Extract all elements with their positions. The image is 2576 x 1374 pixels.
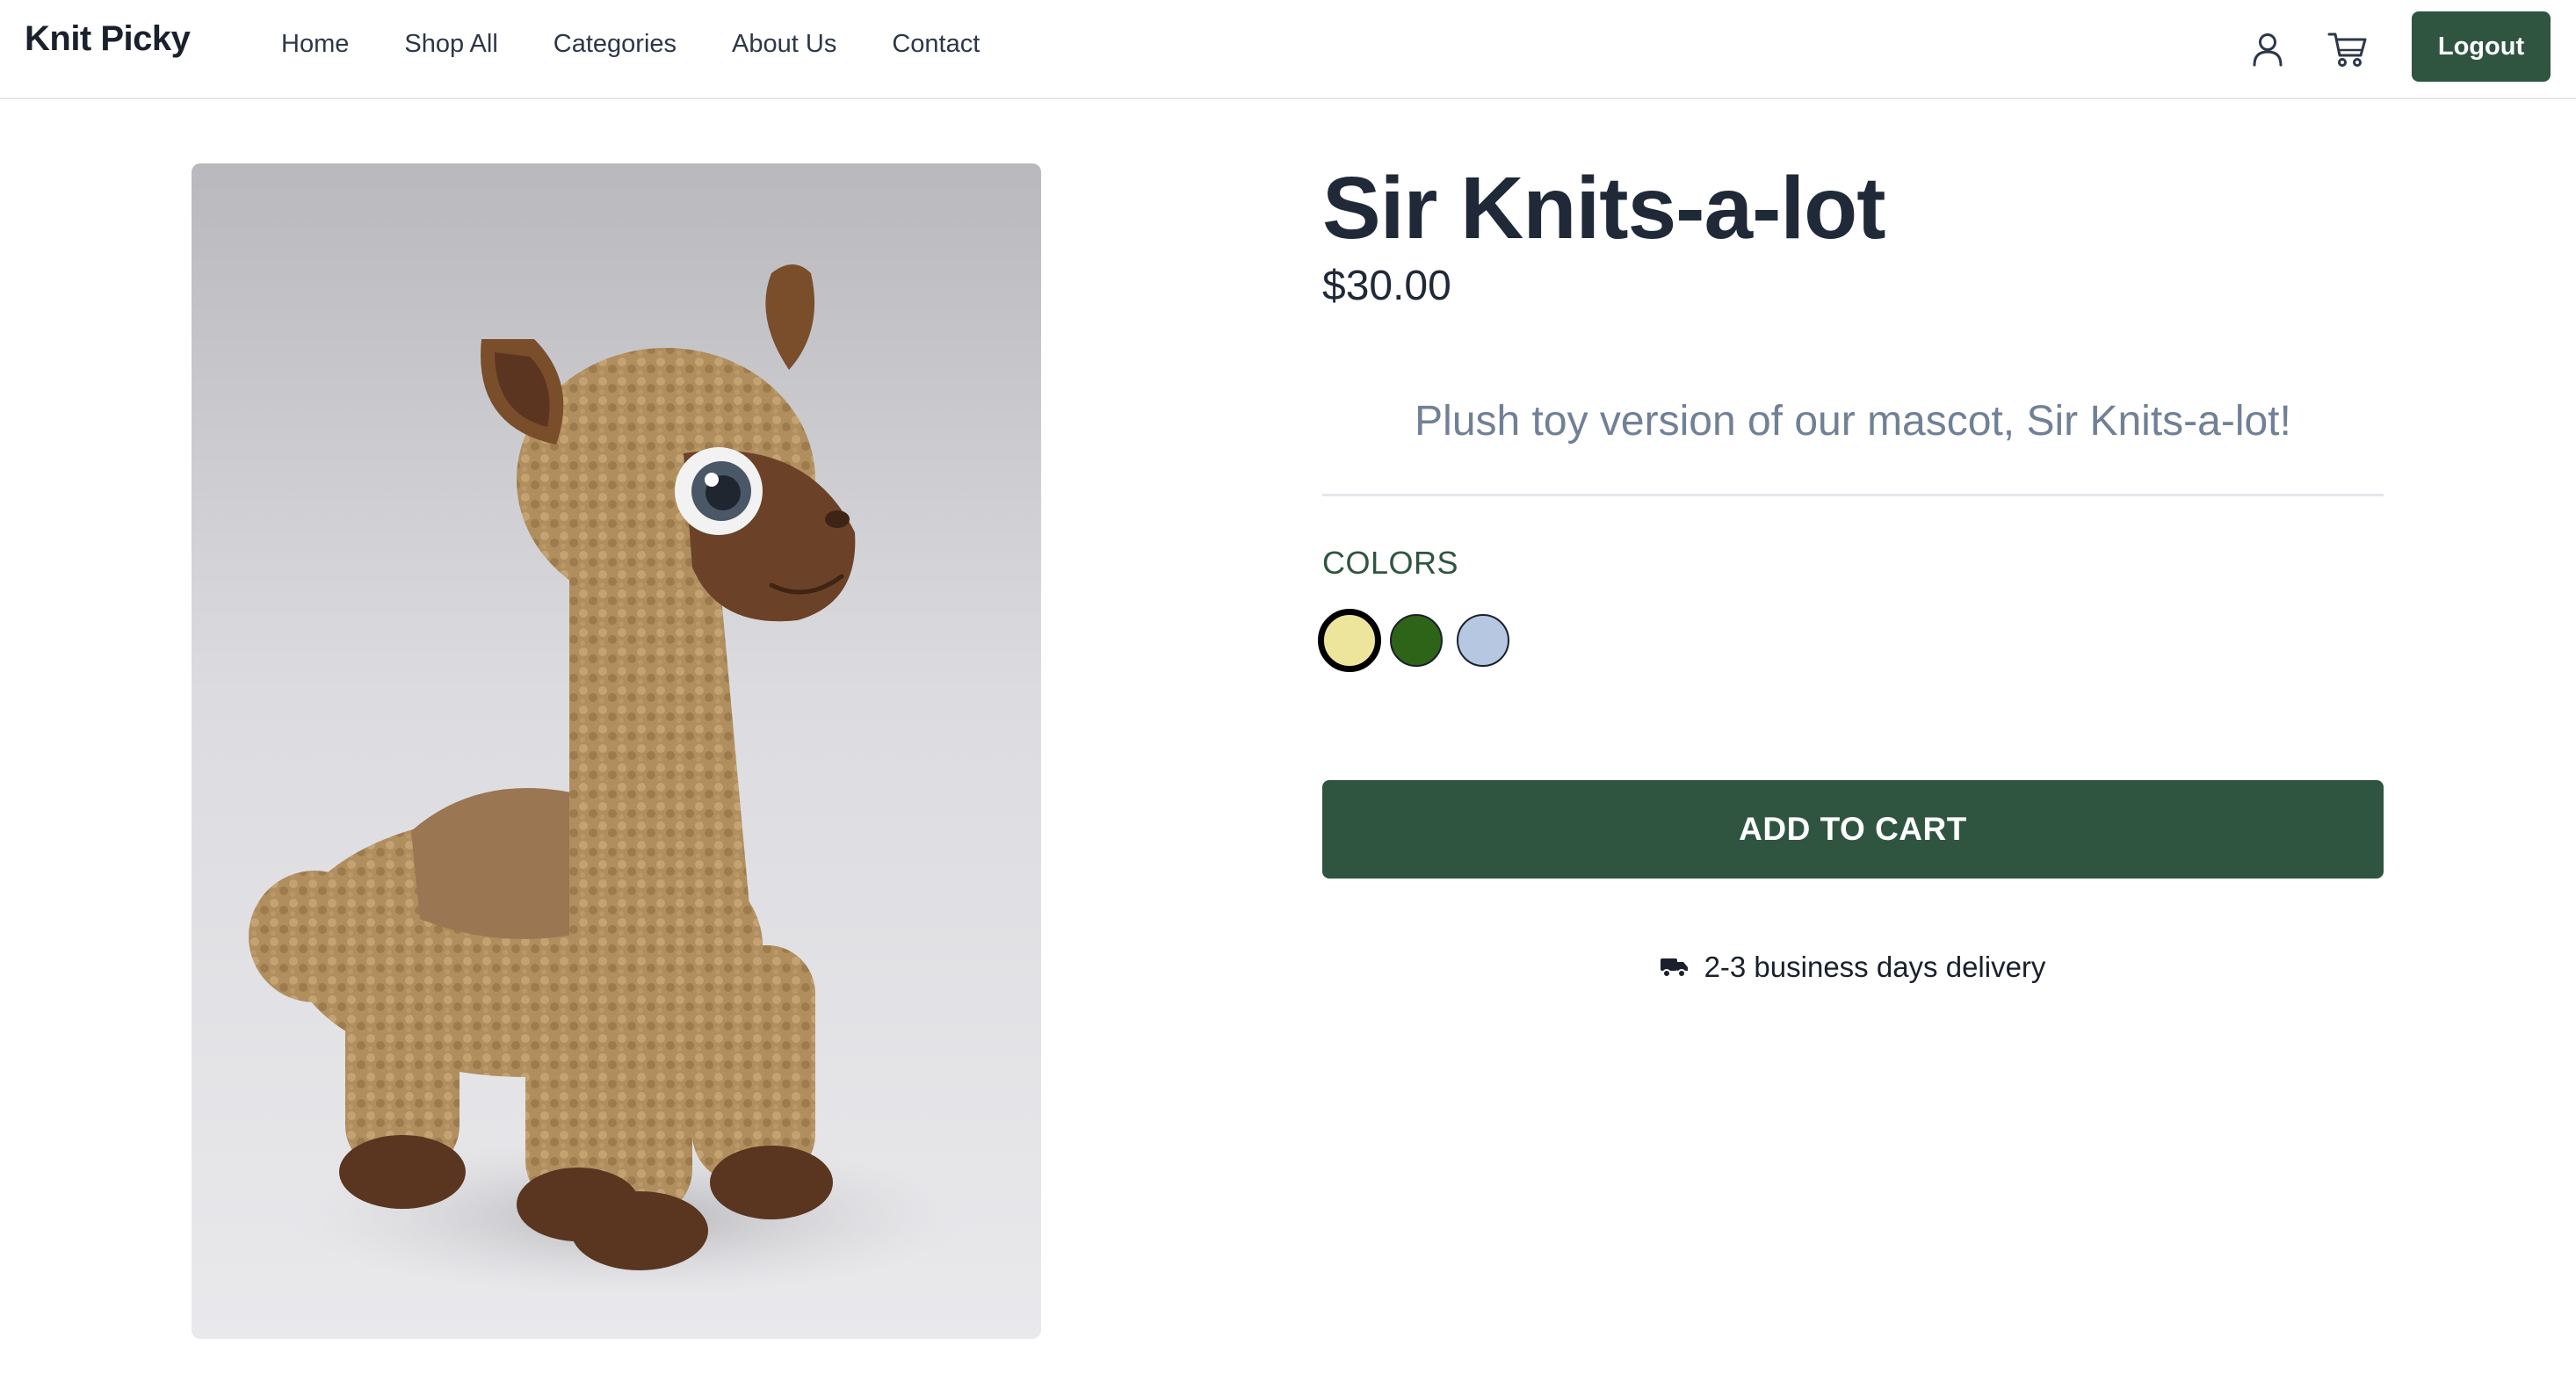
cart-button[interactable] [2323,25,2372,74]
top-navbar: Knit Picky Home Shop All Categories Abou… [0,0,2576,99]
account-button[interactable] [2243,25,2292,74]
nav-link-about-us[interactable]: About Us [732,30,836,59]
product-description: Plush toy version of our mascot, Sir Kni… [1415,398,2291,445]
truck-icon [1660,957,1689,978]
color-swatch-green[interactable] [1390,614,1443,667]
nav-link-home[interactable]: Home [281,30,349,59]
delivery-text: 2-3 business days delivery [1704,951,2046,983]
color-swatch-yellow[interactable] [1318,609,1381,672]
colors-label: COLORS [1322,545,1459,581]
product-price: $30.00 [1322,263,1451,309]
nav-link-categories[interactable]: Categories [554,30,677,59]
add-to-cart-button[interactable]: ADD TO CART [1322,780,2384,879]
color-swatch-blue[interactable] [1457,614,1509,667]
nav-link-contact[interactable]: Contact [892,30,980,59]
cart-icon [2327,33,2367,67]
nav-link-shop-all[interactable]: Shop All [404,30,497,59]
llama-plush-photo [192,163,1041,1339]
main-nav: Home Shop All Categories About Us Contac… [281,30,1035,59]
product-image [192,163,1041,1339]
product-title: Sir Knits-a-lot [1322,159,1886,257]
brand-logo[interactable]: Knit Picky [25,19,191,59]
divider [1322,494,2384,496]
user-icon [2253,33,2283,67]
delivery-info: 2-3 business days delivery [1322,951,2384,984]
logout-button[interactable]: Logout [2412,11,2551,82]
